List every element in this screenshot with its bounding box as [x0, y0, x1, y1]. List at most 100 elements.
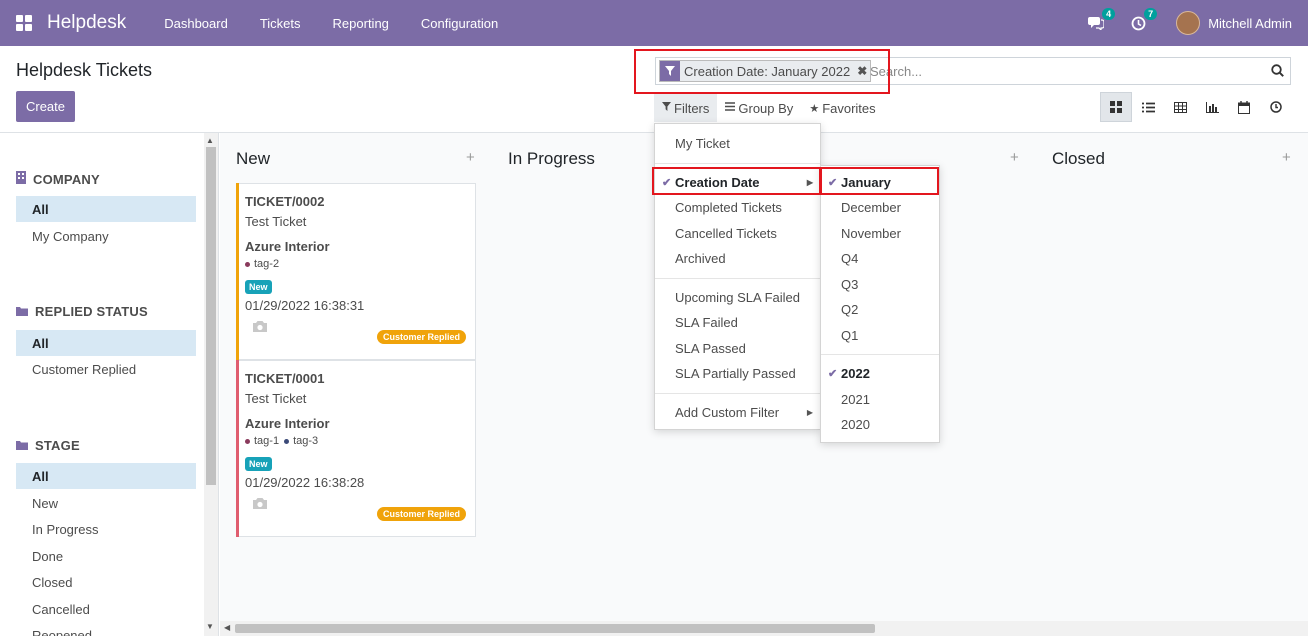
- stage-filter-reopened[interactable]: Reopened: [16, 622, 196, 636]
- filter-archived[interactable]: Archived: [655, 246, 820, 270]
- graph-view-icon[interactable]: [1196, 92, 1228, 122]
- filters-toggle[interactable]: Filters: [654, 94, 718, 122]
- filter-sla-partially-passed[interactable]: SLA Partially Passed: [655, 361, 820, 385]
- check-icon: ✔: [662, 176, 672, 189]
- kanban-hscroll-thumb[interactable]: [235, 624, 875, 633]
- scroll-down-arrow[interactable]: ▼: [206, 622, 214, 631]
- date-option-2020[interactable]: 2020: [821, 412, 939, 436]
- submenu-caret-icon: ▶: [806, 407, 813, 417]
- favorites-label: Favorites: [822, 100, 876, 116]
- ticket-date: 01/29/2022 16:38:28: [245, 475, 365, 490]
- stage-filter-done[interactable]: Done: [16, 543, 196, 569]
- stage-filter-in-progress[interactable]: In Progress: [16, 516, 196, 542]
- stage-filter-new[interactable]: New: [16, 490, 196, 516]
- tag-dot: [284, 438, 290, 444]
- chat-icon[interactable]: 4: [1086, 8, 1116, 33]
- building-icon: [16, 171, 26, 187]
- search-icon[interactable]: [1271, 64, 1284, 80]
- quick-create-in-progress-icon[interactable]: +: [1010, 149, 1019, 166]
- filter-creation-date[interactable]: ✔ Creation Date ▶: [655, 170, 820, 194]
- ticket-card[interactable]: TICKET/0002 Test Ticket Azure Interior t…: [236, 183, 476, 360]
- favorites-toggle[interactable]: ★ Favorites: [801, 94, 883, 122]
- search-input[interactable]: [870, 61, 1250, 81]
- tag-dot: [245, 438, 250, 444]
- activity-view-icon[interactable]: [1260, 92, 1292, 122]
- pivot-view-icon[interactable]: [1164, 92, 1196, 122]
- groupby-label: Group By: [738, 100, 794, 116]
- date-option-2022[interactable]: ✔ 2022: [821, 361, 939, 385]
- company-filter-all[interactable]: All: [16, 196, 196, 222]
- dropdown-divider: [655, 163, 820, 164]
- app-brand[interactable]: Helpdesk: [47, 12, 126, 34]
- stage-badge: New: [245, 457, 272, 471]
- section-title-replied-status: REPLIED STATUS: [16, 304, 148, 319]
- scroll-left-arrow[interactable]: ◀: [224, 623, 230, 632]
- column-title-closed: Closed: [1052, 149, 1105, 168]
- stage-badge: New: [245, 280, 272, 294]
- company-filter-my-company[interactable]: My Company: [16, 223, 196, 249]
- filter-sla-failed[interactable]: SLA Failed: [655, 310, 820, 334]
- column-title-new: New: [236, 149, 271, 168]
- camera-icon[interactable]: [252, 497, 268, 513]
- date-option-q3[interactable]: Q3: [821, 272, 939, 296]
- quick-create-closed-icon[interactable]: +: [1282, 149, 1291, 166]
- menu-tickets[interactable]: Tickets: [244, 16, 317, 31]
- stage-filter-all[interactable]: All: [16, 463, 196, 489]
- apps-menu-icon[interactable]: [16, 15, 32, 31]
- replied-filter-all[interactable]: All: [16, 330, 196, 356]
- user-name[interactable]: Mitchell Admin: [1208, 16, 1292, 31]
- add-custom-filter[interactable]: Add Custom Filter ▶: [655, 400, 820, 424]
- ticket-tags: tag-1 tag-3: [245, 435, 318, 447]
- date-option-q2[interactable]: Q2: [821, 297, 939, 321]
- date-option-2021[interactable]: 2021: [821, 387, 939, 411]
- replied-filter-customer-replied[interactable]: Customer Replied: [16, 356, 196, 382]
- facet-remove-icon[interactable]: ✖: [854, 61, 870, 81]
- bars-icon: [725, 102, 736, 114]
- camera-icon[interactable]: [252, 320, 268, 336]
- tag-dot: [245, 261, 250, 267]
- filters-dropdown: My Ticket ✔ Creation Date ▶ Completed Ti…: [654, 123, 821, 430]
- user-avatar[interactable]: [1176, 11, 1201, 35]
- dropdown-divider: [655, 393, 820, 394]
- date-options-submenu: ✔ January December November Q4 Q3 Q2 Q1 …: [820, 165, 940, 443]
- check-icon: ✔: [828, 367, 838, 380]
- star-icon: ★: [809, 102, 820, 115]
- top-navbar: Helpdesk Dashboard Tickets Reporting Con…: [0, 0, 1308, 46]
- filters-label: Filters: [674, 100, 710, 116]
- stage-filter-closed[interactable]: Closed: [16, 569, 196, 595]
- quick-create-new-icon[interactable]: +: [466, 149, 475, 166]
- ticket-tags: tag-2: [245, 258, 279, 270]
- menu-configuration[interactable]: Configuration: [405, 16, 514, 31]
- scroll-up-arrow[interactable]: ▲: [206, 136, 214, 145]
- stage-filter-cancelled[interactable]: Cancelled: [16, 596, 196, 622]
- menu-reporting[interactable]: Reporting: [317, 16, 405, 31]
- ticket-partner: Azure Interior: [245, 416, 330, 431]
- activity-clock-icon[interactable]: 7: [1128, 8, 1158, 33]
- filter-sla-passed[interactable]: SLA Passed: [655, 336, 820, 360]
- create-button[interactable]: Create: [16, 91, 75, 122]
- page-title: Helpdesk Tickets: [16, 60, 153, 80]
- calendar-view-icon[interactable]: [1228, 92, 1260, 122]
- search-bar[interactable]: Creation Date: January 2022 ✖: [655, 57, 1291, 85]
- groupby-toggle[interactable]: Group By: [717, 94, 801, 122]
- list-view-icon[interactable]: [1132, 92, 1164, 122]
- ticket-ref: TICKET/0002: [245, 194, 325, 209]
- ticket-card[interactable]: TICKET/0001 Test Ticket Azure Interior t…: [236, 360, 476, 537]
- date-option-november[interactable]: November: [821, 221, 939, 245]
- tag-label: tag-3: [293, 435, 319, 447]
- card-color-stripe: [236, 183, 239, 360]
- menu-dashboard[interactable]: Dashboard: [148, 16, 244, 31]
- filter-cancelled-tickets[interactable]: Cancelled Tickets: [655, 221, 820, 245]
- ticket-name: Test Ticket: [245, 214, 307, 229]
- filter-completed-tickets[interactable]: Completed Tickets: [655, 195, 820, 219]
- date-option-q4[interactable]: Q4: [821, 246, 939, 270]
- sidebar-scroll-thumb[interactable]: [206, 147, 216, 485]
- date-option-q1[interactable]: Q1: [821, 323, 939, 347]
- check-icon: ✔: [828, 176, 838, 189]
- date-option-december[interactable]: December: [821, 195, 939, 219]
- filter-upcoming-sla-failed[interactable]: Upcoming SLA Failed: [655, 285, 820, 309]
- kanban-view-icon[interactable]: [1100, 92, 1132, 122]
- card-color-stripe: [236, 360, 239, 537]
- date-option-january[interactable]: ✔ January: [821, 170, 939, 194]
- filter-my-ticket[interactable]: My Ticket: [655, 131, 820, 155]
